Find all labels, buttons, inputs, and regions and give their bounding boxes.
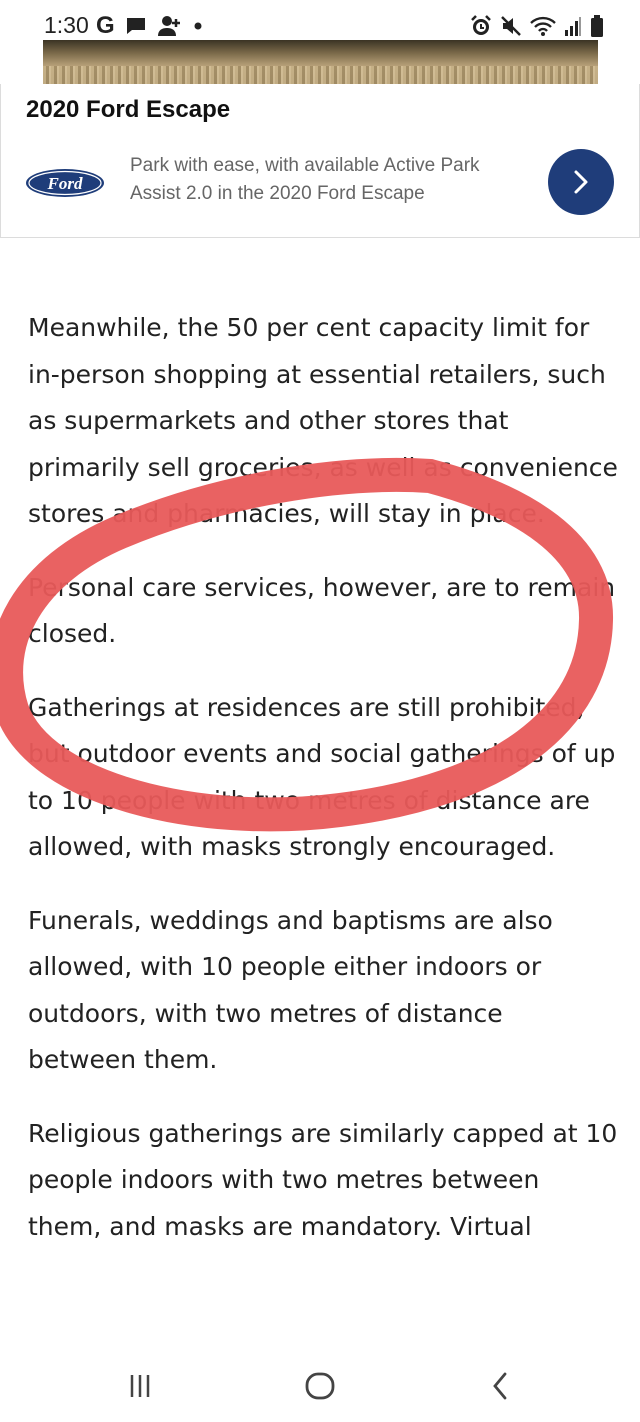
article-body: Meanwhile, the 50 per cent capacity limi… [28, 305, 618, 1277]
wifi-icon [530, 16, 556, 36]
navigation-bar [0, 1350, 640, 1422]
article-paragraph: Personal care services, however, are to … [28, 572, 616, 649]
status-left-icons: G [96, 12, 203, 40]
home-button[interactable] [300, 1366, 340, 1406]
ad-banner-image[interactable] [43, 40, 598, 84]
dot-icon [194, 22, 202, 30]
ad-cta-button[interactable] [548, 149, 614, 215]
alarm-icon [471, 15, 491, 35]
article-paragraph: Meanwhile, the 50 per cent capacity limi… [28, 313, 618, 528]
status-right-icons [470, 14, 604, 38]
google-icon: G [96, 12, 115, 39]
recent-apps-icon [130, 1375, 150, 1397]
status-time: 1:30 [44, 12, 89, 38]
article-paragraph: Gatherings at residences are still prohi… [28, 692, 616, 862]
chevron-right-icon [574, 170, 588, 194]
article-paragraph: Religious gatherings are similarly cappe… [28, 1118, 618, 1241]
svg-text:Ford: Ford [47, 174, 83, 193]
signal-icon [565, 17, 581, 36]
contacts-icon [157, 16, 180, 36]
ford-logo-icon: Ford [26, 169, 104, 197]
ad-description[interactable]: Park with ease, with available Active Pa… [130, 152, 510, 208]
battery-icon [591, 15, 603, 37]
back-button[interactable] [480, 1366, 520, 1406]
message-icon [126, 18, 145, 34]
recent-apps-button[interactable] [120, 1366, 160, 1406]
article-paragraph: Funerals, weddings and baptisms are also… [28, 905, 553, 1075]
mute-icon [501, 16, 521, 36]
ad-title[interactable]: 2020 Ford Escape [26, 96, 230, 124]
home-icon [305, 1372, 335, 1400]
back-icon [493, 1372, 507, 1400]
